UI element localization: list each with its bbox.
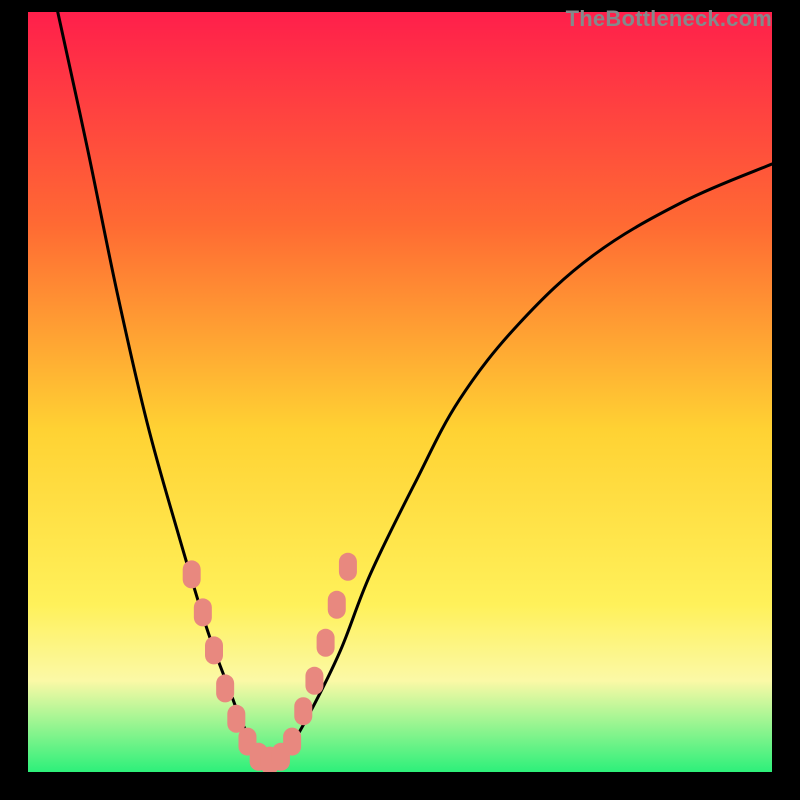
data-marker: [216, 674, 234, 702]
data-marker: [328, 591, 346, 619]
data-marker: [294, 697, 312, 725]
data-marker: [305, 667, 323, 695]
data-marker: [283, 728, 301, 756]
chart-frame: [28, 12, 772, 772]
data-marker: [339, 553, 357, 581]
data-marker: [227, 705, 245, 733]
data-marker: [183, 560, 201, 588]
bottleneck-chart: [28, 12, 772, 772]
data-marker: [317, 629, 335, 657]
data-marker: [205, 636, 223, 664]
data-marker: [194, 598, 212, 626]
watermark-text: TheBottleneck.com: [566, 6, 772, 32]
